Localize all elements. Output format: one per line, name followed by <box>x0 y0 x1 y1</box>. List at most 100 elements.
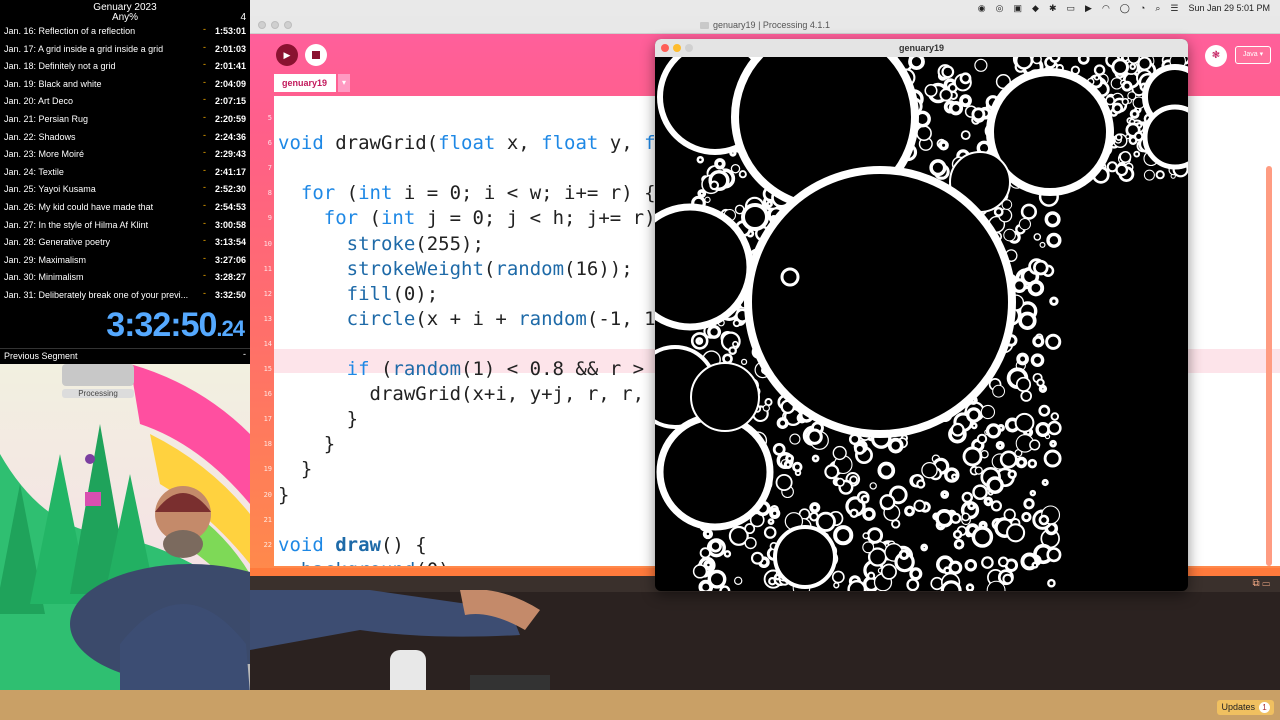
code-line[interactable]: } <box>278 457 312 481</box>
bluetooth-icon[interactable]: ✱ <box>1049 0 1057 16</box>
code-token: (16)); <box>564 257 633 280</box>
sketch-circle <box>1045 333 1062 350</box>
zoom-window-button[interactable] <box>284 21 292 29</box>
code-line[interactable]: background(0); <box>278 558 461 566</box>
split-row: Jan. 21: Persian Rug -2:20:59 <box>0 112 250 130</box>
sketch-circle <box>656 413 774 531</box>
sketch-circle <box>981 556 994 569</box>
processing-folder-label[interactable]: Processing <box>62 389 134 398</box>
code-token: ( <box>346 182 359 205</box>
code-line[interactable]: } <box>278 432 335 456</box>
split-delta: - <box>203 288 206 298</box>
search-icon[interactable]: ⌕ <box>1155 0 1160 16</box>
stop-button[interactable] <box>305 44 327 66</box>
sketch-circle <box>1111 58 1130 76</box>
run-button[interactable]: ▶ <box>276 44 298 66</box>
line-number: 17 <box>263 415 272 424</box>
sketch-circle <box>1044 211 1061 228</box>
updates-badge[interactable]: Updates 1 <box>1217 700 1274 715</box>
sketch-circle <box>1031 57 1042 65</box>
code-token: j = 0; j < h; j+= r) { <box>426 207 679 230</box>
app-icon[interactable]: ▣ <box>1014 0 1023 16</box>
code-line[interactable]: stroke(255); <box>278 232 484 256</box>
sketch-circle <box>698 579 714 591</box>
code-line[interactable]: for (int j = 0; j < h; j+= r) { <box>278 206 679 230</box>
sketch-title-bar[interactable]: genuary19 <box>655 39 1188 57</box>
sketch-circle <box>951 473 958 481</box>
split-name: Jan. 19: Black and white <box>4 78 102 89</box>
code-line[interactable]: void draw() { <box>278 533 427 557</box>
sketch-circle <box>961 512 971 522</box>
sketch-circle <box>1029 439 1041 451</box>
sketch-circle <box>938 140 949 151</box>
line-number: 5 <box>267 114 272 122</box>
sketch-circle <box>1046 232 1062 248</box>
folder-icon <box>700 22 710 30</box>
split-time: 2:01:41 <box>214 61 246 72</box>
sketch-circle <box>1014 412 1035 433</box>
console-toggle-icons[interactable]: ⧉ ▭ <box>1252 578 1270 589</box>
sketch-circle <box>1035 421 1051 438</box>
code-line[interactable]: } <box>278 407 358 431</box>
stream-icon[interactable]: ◎ <box>996 0 1004 16</box>
processing-folder-icon[interactable] <box>62 364 134 386</box>
line-number: 21 <box>263 515 272 524</box>
menu-bar-clock[interactable]: Sun Jan 29 5:01 PM <box>1188 3 1270 13</box>
sketch-circle <box>974 466 983 475</box>
debugger-button[interactable]: ❃ <box>1205 45 1227 67</box>
tab-genuary19[interactable]: genuary19 <box>274 74 336 92</box>
control-center-icon[interactable]: ☰ <box>1170 0 1178 16</box>
sketch-circle <box>1111 102 1124 114</box>
split-delta: - <box>203 164 206 175</box>
code-line[interactable]: for (int i = 0; i < w; i+= r) { <box>278 181 656 205</box>
sketch-circle <box>1027 458 1038 469</box>
sketch-circle <box>1029 489 1037 497</box>
clock-icon[interactable]: ◔ <box>1140 0 1145 16</box>
editor-scrollbar[interactable] <box>1266 166 1272 566</box>
split-time: 2:01:03 <box>214 43 246 54</box>
sketch-circle <box>974 58 988 72</box>
close-window-button[interactable] <box>258 21 266 29</box>
sketch-circle <box>1038 514 1050 526</box>
split-time: 2:29:43 <box>214 149 246 160</box>
sketch-circle <box>809 511 819 522</box>
notification-icon[interactable]: ◆ <box>1032 0 1039 16</box>
sketch-circle <box>924 84 938 98</box>
sketch-circle <box>696 155 705 164</box>
sketch-canvas[interactable] <box>655 57 1188 591</box>
wifi-icon[interactable]: ◠ <box>1102 0 1110 16</box>
sketch-circle <box>992 384 1006 398</box>
split-row: Jan. 27: In the style of Hilma Af Klint -… <box>0 218 250 236</box>
user-icon[interactable]: ◯ <box>1120 0 1130 16</box>
sketch-circle <box>941 65 955 79</box>
sketch-circle <box>722 353 733 365</box>
line-number-gutter: 5 6 7 8 9 10 11 12 13 14 15 16 17 18 19 20 21 22 <box>250 96 274 566</box>
split-name: Jan. 21: Persian Rug <box>4 114 89 124</box>
code-line[interactable]: } <box>278 483 289 507</box>
record-icon[interactable]: ◉ <box>978 0 986 16</box>
minimize-window-button[interactable] <box>271 21 279 29</box>
play-icon[interactable]: ▶ <box>1085 0 1092 16</box>
sketch-output-window[interactable]: genuary19 <box>655 39 1188 591</box>
editor-title-bar[interactable]: genuary19 | Processing 4.1.1 <box>250 16 1280 34</box>
sketch-minimize-button[interactable] <box>673 44 681 52</box>
code-line[interactable]: fill(0); <box>278 282 439 306</box>
code-line[interactable]: if (random(1) < 0.8 && r > 8) { <box>278 357 702 381</box>
sketch-circle <box>1031 561 1039 569</box>
sketch-circle <box>714 158 726 170</box>
code-line[interactable]: drawGrid(x+i, y+j, r, r, r/2); <box>278 382 713 406</box>
battery-icon[interactable]: ▭ <box>1067 0 1076 16</box>
split-time: 2:24:36 <box>214 131 246 142</box>
sketch-circle <box>763 526 777 539</box>
code-line[interactable]: strokeWeight(random(16)); <box>278 257 633 281</box>
sketch-circle <box>950 512 962 524</box>
sketch-circle <box>783 460 793 469</box>
split-delta: - <box>203 270 206 281</box>
sketch-zoom-button[interactable] <box>685 44 693 52</box>
mode-select[interactable]: Java ▾ <box>1235 46 1271 64</box>
split-delta: - <box>203 112 206 122</box>
sketch-close-button[interactable] <box>661 44 669 52</box>
tab-menu-button[interactable]: ▾ <box>338 74 350 92</box>
code-token: random <box>392 358 462 380</box>
split-time: 3:27:06 <box>214 254 246 265</box>
